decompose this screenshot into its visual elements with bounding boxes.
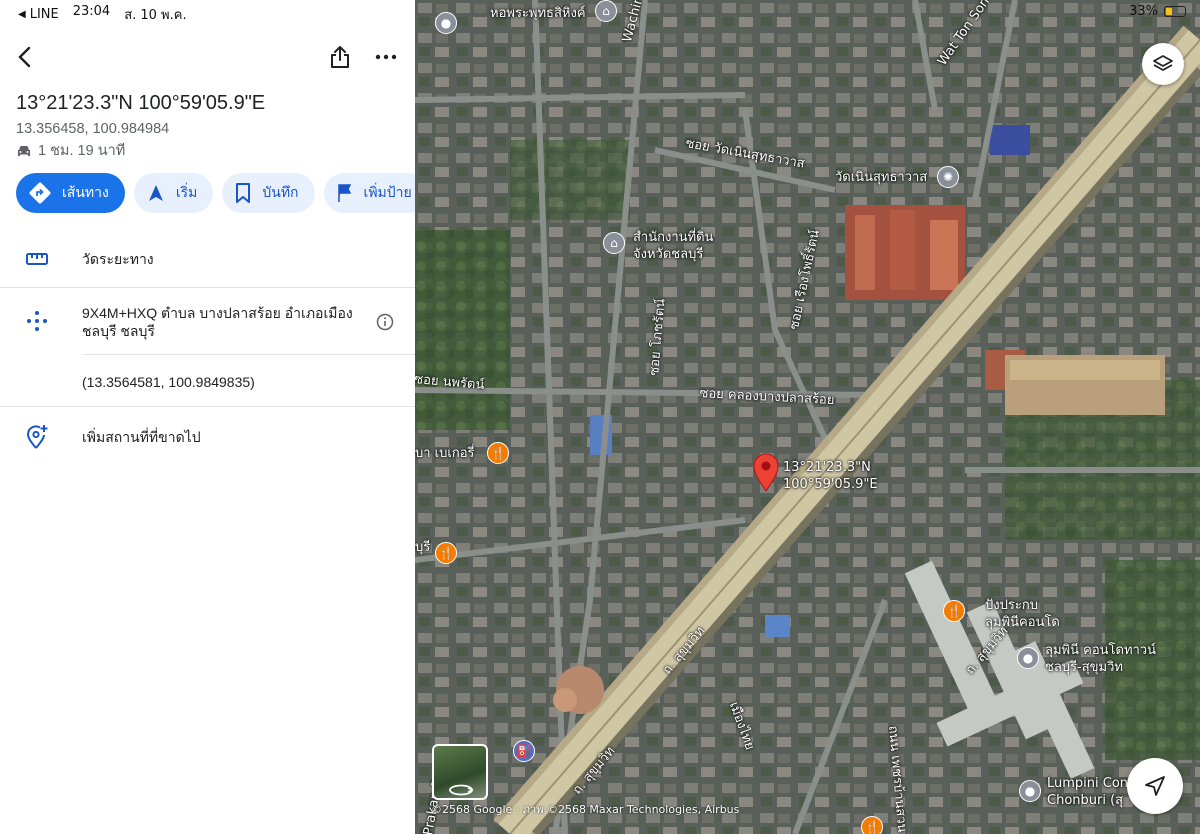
map-label: จังหวัดชลบุรี <box>633 247 704 262</box>
street-view-thumbnail[interactable] <box>432 744 488 800</box>
share-icon <box>331 46 349 68</box>
landmark-icon[interactable]: ● <box>1017 647 1039 669</box>
divider <box>0 406 415 407</box>
status-time: 23:04 <box>72 4 111 19</box>
map-label: ลุมพินีคอนโด <box>985 615 1060 630</box>
status-date: ส. 10 พ.ค. <box>124 8 187 23</box>
chevron-left-icon <box>18 46 31 68</box>
government-office-icon[interactable]: ⌂ <box>603 232 625 254</box>
battery-icon <box>1164 6 1186 17</box>
flag-icon <box>337 184 351 202</box>
landmark-icon[interactable]: ● <box>435 12 457 34</box>
action-buttons: เส้นทาง เริ่ม บันทึก เพิ่มป้าย <box>16 173 415 213</box>
add-label-label: เพิ่มป้าย <box>363 185 412 201</box>
battery-percent: 33% <box>1129 4 1158 19</box>
measure-distance-label: วัดระยะทาง <box>82 251 154 267</box>
coordinates-value: (13.3564581, 100.9849835) <box>82 374 255 390</box>
status-bar-left: ◀ LINE 23:04 ส. 10 พ.ค. <box>18 4 187 25</box>
info-icon <box>376 313 394 331</box>
navigation-arrow-icon <box>148 185 163 201</box>
pin-label: 13°21'23.3"N <box>783 460 871 475</box>
map-label: ปังประกบ <box>985 598 1038 613</box>
info-button[interactable] <box>374 311 396 333</box>
restaurant-icon[interactable]: 🍴 <box>487 442 509 464</box>
map-label: ลุมพินี คอนโดทาวน์ <box>1045 643 1156 658</box>
plus-code-address: 9X4M+HXQ ตำบล บางปลาสร้อย อำเภอเมือง ชลบ… <box>82 305 353 339</box>
add-missing-place-row[interactable]: เพิ่มสถานที่ที่ขาดไป <box>0 424 415 450</box>
back-to-app[interactable]: ◀ LINE <box>18 4 59 25</box>
map-label: สำนักงานที่ดิน <box>633 230 714 245</box>
directions-icon <box>29 182 51 204</box>
map-attribution: ©2568 Google · ภาพ ©2568 Maxar Technolog… <box>431 803 740 816</box>
map-imagery <box>415 0 1200 834</box>
restaurant-icon[interactable]: 🍴 <box>943 600 965 622</box>
start-button[interactable]: เริ่ม <box>133 173 214 213</box>
plus-code-icon <box>24 308 50 334</box>
more-horizontal-icon <box>375 54 397 60</box>
ruler-icon <box>24 246 50 272</box>
location-arrow-icon <box>1145 776 1165 796</box>
restaurant-icon[interactable]: 🍴 <box>861 816 883 834</box>
bookmark-icon <box>236 183 251 203</box>
back-triangle-icon: ◀ <box>18 9 26 20</box>
page-title: 13°21'23.3"N 100°59'05.9"E <box>16 92 266 114</box>
layers-button[interactable] <box>1142 43 1184 85</box>
temple-icon[interactable]: ✺ <box>937 166 959 188</box>
decimal-coordinates: 13.356458, 100.984984 <box>16 121 170 137</box>
landmark-icon[interactable]: ● <box>1019 780 1041 802</box>
dropped-pin-icon[interactable] <box>752 453 780 493</box>
drive-time-label: 1 ชม. 19 นาที <box>38 143 126 159</box>
divider <box>0 287 415 288</box>
coordinates-row[interactable]: (13.3564581, 100.9849835) <box>0 373 415 393</box>
map-label: บุรี <box>415 540 431 555</box>
my-location-button[interactable] <box>1127 758 1183 814</box>
more-options-button[interactable] <box>372 42 400 72</box>
plus-code-row[interactable]: 9X4M+HXQ ตำบล บางปลาสร้อย อำเภอเมือง ชลบ… <box>0 303 415 343</box>
satellite-map[interactable]: หอพระพุทธสิหิงค์ Wachira Prakan Wat Ton … <box>415 0 1200 834</box>
map-label: Lumpini Con <box>1047 776 1129 791</box>
fuel-station-icon[interactable]: ⛽ <box>513 740 535 762</box>
layers-icon <box>1153 55 1173 71</box>
add-label-button[interactable]: เพิ่มป้าย <box>323 173 415 213</box>
divider <box>82 354 415 355</box>
start-label: เริ่ม <box>175 185 198 201</box>
pin-label: 100°59'05.9"E <box>783 477 878 492</box>
panel-toolbar <box>0 42 415 74</box>
measure-distance-row[interactable]: วัดระยะทาง <box>0 246 415 272</box>
directions-label: เส้นทาง <box>62 185 109 201</box>
directions-button[interactable]: เส้นทาง <box>16 173 125 213</box>
status-bar-right: 33% <box>1129 4 1186 19</box>
car-icon <box>18 145 30 156</box>
back-app-label: LINE <box>29 7 59 22</box>
street-view-icon <box>449 784 474 796</box>
share-button[interactable] <box>326 42 354 72</box>
museum-icon[interactable]: ⌂ <box>595 0 617 22</box>
map-label: วัดเนินสุทธาวาส <box>835 170 928 185</box>
map-label: Chonburi (สุ <box>1047 793 1124 808</box>
add-missing-place-label: เพิ่มสถานที่ที่ขาดไป <box>82 429 201 445</box>
add-location-icon <box>24 424 50 450</box>
save-label: บันทึก <box>262 185 299 201</box>
map-label: ชลบุรี-สุขุมวิท <box>1045 660 1123 675</box>
place-panel: 13°21'23.3"N 100°59'05.9"E 13.356458, 10… <box>0 0 415 834</box>
map-label: บา เบเกอรี่ <box>415 446 475 461</box>
drive-time: 1 ชม. 19 นาที <box>16 139 125 162</box>
back-button[interactable] <box>10 42 38 72</box>
map-label: หอพระพุทธสิหิงค์ <box>490 6 586 21</box>
restaurant-icon[interactable]: 🍴 <box>435 542 457 564</box>
save-button[interactable]: บันทึก <box>222 173 315 213</box>
